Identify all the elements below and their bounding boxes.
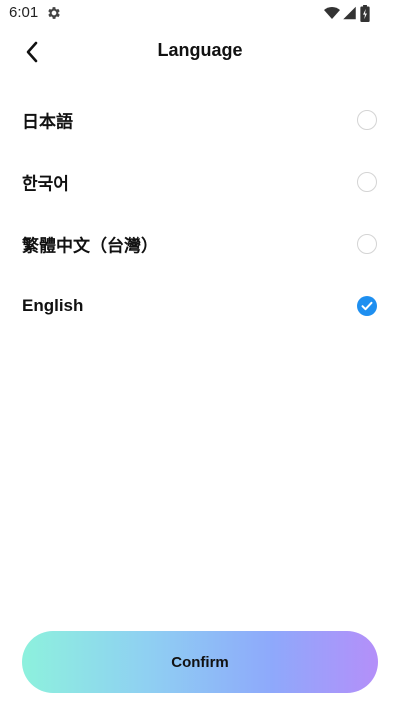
gear-icon	[48, 7, 60, 19]
status-time: 6:01	[9, 4, 39, 21]
battery-icon	[360, 5, 370, 22]
signal-icon	[343, 6, 356, 20]
radio-unchecked-icon[interactable]	[357, 172, 377, 192]
language-option-traditional-chinese[interactable]: 繁體中文（台灣）	[0, 213, 400, 275]
header: Language	[0, 28, 400, 76]
checkmark-icon	[361, 301, 373, 311]
language-option-korean[interactable]: 한국어	[0, 151, 400, 213]
page-title: Language	[157, 40, 243, 60]
confirm-button[interactable]: Confirm	[22, 631, 378, 693]
radio-unchecked-icon[interactable]	[357, 234, 377, 254]
radio-unchecked-icon[interactable]	[357, 110, 377, 130]
language-option-japanese[interactable]: 日本語	[0, 89, 400, 151]
status-bar: 6:01	[0, 0, 400, 28]
language-label: 日本語	[22, 112, 73, 133]
language-list: 日本語 한국어 繁體中文（台灣） English	[0, 89, 400, 337]
language-label: 繁體中文（台灣）	[22, 236, 158, 257]
status-icons	[324, 5, 372, 23]
language-option-english[interactable]: English	[0, 275, 400, 337]
language-label: English	[22, 296, 84, 315]
wifi-icon	[324, 7, 340, 19]
radio-checked-icon[interactable]	[357, 296, 377, 316]
language-label: 한국어	[22, 174, 69, 195]
